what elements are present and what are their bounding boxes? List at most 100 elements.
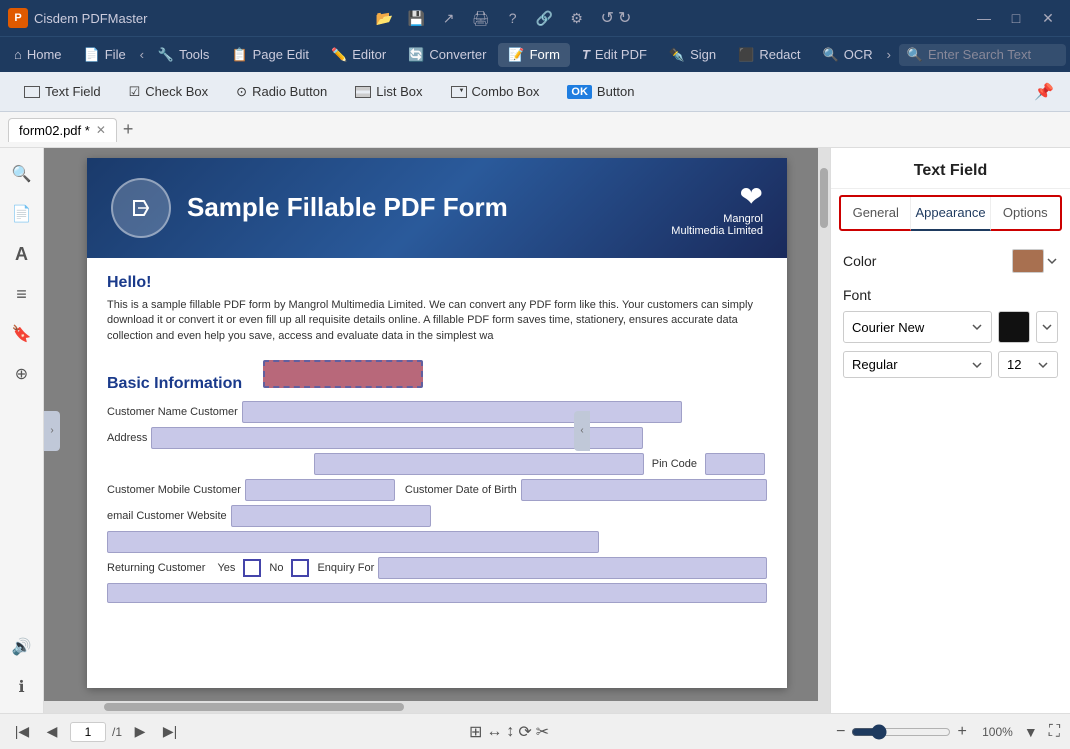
list-box-btn[interactable]: List Box — [343, 79, 434, 104]
menu-sign[interactable]: ✒️ Sign — [659, 43, 726, 67]
menu-editor[interactable]: ✏️ Editor — [321, 43, 396, 67]
check-box-btn[interactable]: ☑ Check Box — [117, 79, 221, 105]
last-page-btn[interactable]: ▶| — [158, 720, 182, 744]
pdf-viewer: › ‹ Sample Fillable PDF Form ❤ MangrolMu… — [44, 148, 830, 713]
yes-checkbox[interactable] — [243, 559, 261, 577]
sidebar-volume-icon[interactable]: 🔊 — [4, 629, 40, 665]
fullscreen-icon[interactable]: ⛶ — [1049, 723, 1060, 741]
share-btn[interactable]: ↗ — [435, 4, 463, 32]
tab-appearance[interactable]: Appearance — [911, 197, 990, 231]
tab-add-btn[interactable]: + — [119, 119, 138, 140]
address-field[interactable] — [151, 427, 643, 449]
sidebar-list-icon[interactable]: ≡ — [4, 276, 40, 312]
website-field[interactable] — [107, 531, 599, 553]
pdf-title: Sample Fillable PDF Form — [187, 192, 655, 223]
crop-icon[interactable]: ✂ — [536, 722, 549, 742]
horizontal-scrollbar[interactable] — [44, 701, 818, 713]
tab-general[interactable]: General — [841, 197, 911, 231]
mobile-field[interactable] — [245, 479, 395, 501]
window-controls: — □ ✕ — [970, 4, 1062, 32]
menu-page-edit[interactable]: 📋 Page Edit — [221, 43, 319, 67]
vertical-scrollbar[interactable] — [818, 148, 830, 713]
zoom-out-icon[interactable]: − — [836, 723, 845, 741]
zoom-level: 100% — [973, 725, 1013, 739]
scroll-thumb[interactable] — [820, 168, 828, 228]
search-bar[interactable]: 🔍 — [899, 44, 1066, 66]
sidebar-bookmark-icon[interactable]: 🔖 — [4, 316, 40, 352]
selected-field[interactable] — [263, 360, 423, 388]
right-collapse-handle[interactable]: ‹ — [574, 411, 590, 451]
pin-btn[interactable]: 📌 — [1030, 78, 1058, 106]
save-btn[interactable]: 💾 — [403, 4, 431, 32]
font-color-dropdown-btn[interactable] — [1036, 311, 1058, 343]
zoom-in-icon[interactable]: + — [957, 723, 966, 741]
menu-redact[interactable]: ⬛ Redact — [728, 43, 810, 67]
font-color-btn[interactable] — [998, 311, 1030, 343]
email-field[interactable] — [231, 505, 431, 527]
button-btn[interactable]: OK Button — [555, 79, 646, 104]
tab-options[interactable]: Options — [991, 197, 1060, 231]
color-dropdown-btn[interactable] — [1046, 255, 1058, 267]
open-file-btn[interactable]: 📂 — [371, 4, 399, 32]
menu-file[interactable]: 📄 File — [74, 43, 136, 67]
combo-box-icon: ▼ — [451, 86, 467, 98]
font-style-select[interactable]: Regular — [843, 351, 992, 378]
h-scroll-thumb[interactable] — [104, 703, 404, 711]
print-btn[interactable]: 🖨 — [467, 4, 495, 32]
link-btn[interactable]: 🔗 — [531, 4, 559, 32]
pdf-header: Sample Fillable PDF Form ❤ MangrolMultim… — [87, 158, 787, 258]
fit-page-icon[interactable]: ⊞ — [469, 722, 482, 742]
enquiry-field[interactable] — [378, 557, 767, 579]
menu-home[interactable]: ⌂ Home — [4, 43, 72, 66]
close-btn[interactable]: ✕ — [1034, 4, 1062, 32]
menu-edit-pdf[interactable]: T Edit PDF — [572, 43, 657, 66]
nav-back-btn[interactable]: ‹ — [138, 43, 146, 67]
redo-btn[interactable]: ↻ — [618, 8, 631, 28]
radio-button-btn[interactable]: ⊙ Radio Button — [224, 79, 339, 105]
combo-box-btn[interactable]: ▼ Combo Box — [439, 79, 552, 104]
fit-width-icon[interactable]: ↕ — [506, 723, 514, 741]
help-btn[interactable]: ? — [499, 4, 527, 32]
maximize-btn[interactable]: □ — [1002, 4, 1030, 32]
sidebar-stamp-icon[interactable]: ⊕ — [4, 356, 40, 392]
settings-btn[interactable]: ⚙ — [563, 4, 591, 32]
search-input[interactable] — [928, 47, 1058, 62]
bottom-field[interactable] — [107, 583, 767, 603]
redact-icon: ⬛ — [738, 47, 754, 63]
color-swatch[interactable] — [1012, 249, 1044, 273]
undo-btn[interactable]: ↺ — [601, 8, 614, 28]
tab-form02[interactable]: form02.pdf * ✕ — [8, 118, 117, 142]
tab-close-btn[interactable]: ✕ — [96, 123, 106, 137]
sidebar-text-icon[interactable]: A — [4, 236, 40, 272]
dob-field[interactable] — [521, 479, 767, 501]
check-box-icon: ☑ — [129, 84, 141, 100]
rotate-icon[interactable]: ⟳ — [518, 722, 531, 742]
sidebar-info-icon[interactable]: ℹ — [4, 669, 40, 705]
sidebar-search-icon[interactable]: 🔍 — [4, 156, 40, 192]
zoom-slider[interactable] — [851, 724, 951, 740]
no-checkbox[interactable] — [291, 559, 309, 577]
title-bar: P Cisdem PDFMaster 📂 💾 ↗ 🖨 ? 🔗 ⚙ ↺ ↻ — □… — [0, 0, 1070, 36]
customer-name-field[interactable] — [242, 401, 682, 423]
font-name-select[interactable]: Courier New — [843, 311, 992, 343]
font-size-select[interactable]: 12 — [998, 351, 1058, 378]
menu-form[interactable]: 📝 Form — [498, 43, 570, 67]
next-page-btn[interactable]: ▶ — [128, 720, 152, 744]
menu-ocr[interactable]: 🔍 OCR — [813, 43, 883, 67]
nav-forward-btn[interactable]: › — [885, 43, 893, 67]
sidebar-document-icon[interactable]: 📄 — [4, 196, 40, 232]
text-field-btn[interactable]: Text Field — [12, 79, 113, 104]
first-page-btn[interactable]: |◀ — [10, 720, 34, 744]
menu-converter[interactable]: 🔄 Converter — [398, 43, 496, 67]
page-number-input[interactable] — [70, 722, 106, 742]
menu-tools[interactable]: 🔧 Tools — [148, 43, 220, 67]
minimize-btn[interactable]: — — [970, 4, 998, 32]
pdf-hello: Hello! — [107, 274, 767, 292]
pin-code-field[interactable] — [705, 453, 765, 475]
zoom-dropdown-btn[interactable]: ▼ — [1019, 720, 1043, 744]
sign-icon: ✒️ — [669, 47, 685, 63]
prev-page-btn[interactable]: ◀ — [40, 720, 64, 744]
actual-size-icon[interactable]: ↔ — [486, 723, 502, 741]
left-collapse-handle[interactable]: › — [44, 411, 60, 451]
pincode-field-left[interactable] — [314, 453, 644, 475]
